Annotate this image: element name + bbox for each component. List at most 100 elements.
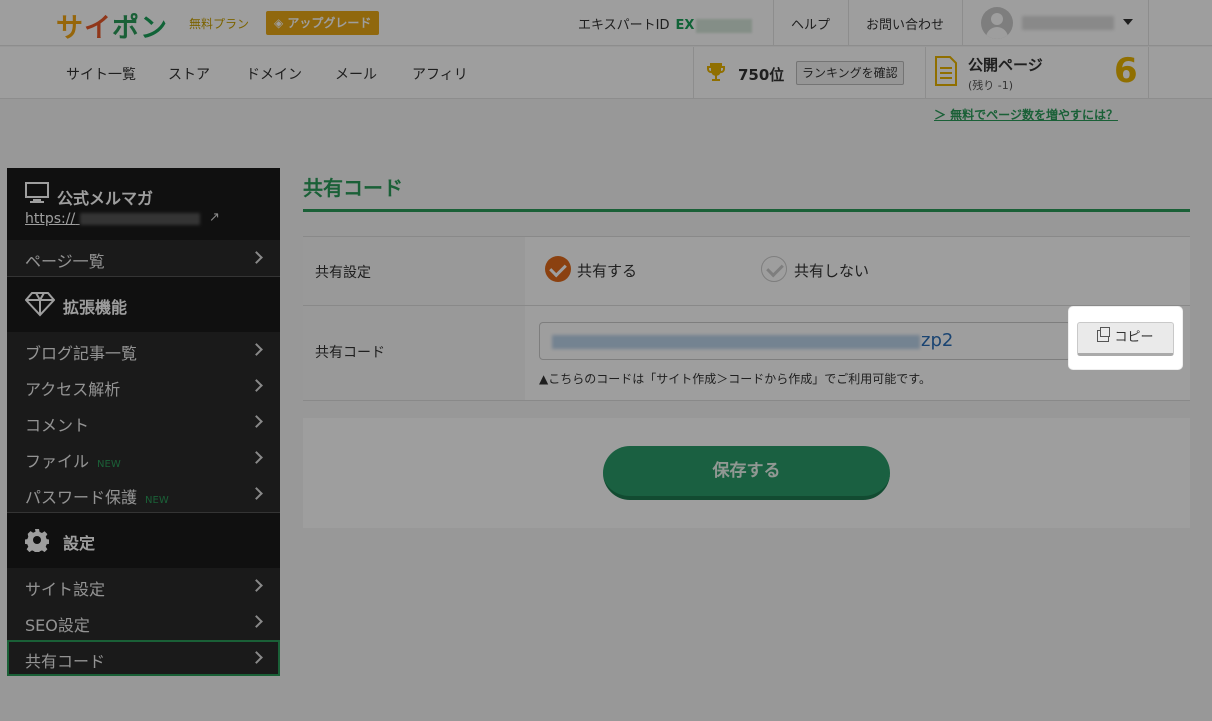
public-pages-title: 公開ページ	[968, 56, 1043, 74]
settings-title: 設定	[63, 534, 96, 553]
sidebar-item-label: ページ一覧	[25, 252, 105, 271]
ranking-button[interactable]: ランキングを確認	[796, 61, 904, 85]
divider	[693, 47, 694, 99]
upgrade-button[interactable]: ◈ アップグレード	[266, 11, 380, 35]
expert-id-redacted	[696, 18, 753, 33]
copy-label: コピー	[1114, 330, 1154, 345]
avatar[interactable]	[981, 7, 1013, 39]
sidebar-item-text: ファイル	[25, 452, 90, 471]
chevron-right-icon	[250, 651, 263, 664]
expert-id-label: エキスパートID	[578, 18, 670, 33]
gear-icon	[25, 529, 49, 552]
trophy-icon	[707, 63, 725, 81]
share-code-hint: ▲こちらのコードは「サイト作成＞コードから作成」でご利用可能です。	[539, 372, 932, 386]
share-on-radio[interactable]	[545, 256, 571, 282]
nav-domain[interactable]: ドメイン	[246, 64, 302, 84]
copy-button[interactable]: コピー	[1077, 322, 1174, 356]
monitor-icon	[25, 182, 49, 203]
sidebar-item-label: アクセス解析	[25, 380, 121, 399]
share-off-radio[interactable]	[761, 256, 787, 282]
sidebar-item-analytics[interactable]: アクセス解析	[7, 368, 280, 404]
sidebar-item-comments[interactable]: コメント	[7, 404, 280, 440]
chevron-right-icon	[250, 451, 263, 464]
sidebar-item-text: パスワード保護	[25, 488, 138, 507]
sidebar-item-password[interactable]: パスワード保護 NEW	[7, 476, 280, 512]
sidebar-item-label: サイト設定	[25, 580, 106, 599]
sidebar-item-label: ブログ記事一覧	[25, 344, 138, 363]
username-redacted[interactable]	[1022, 16, 1114, 30]
divider	[962, 0, 963, 46]
divider	[925, 47, 926, 99]
chevron-right-icon	[250, 379, 263, 392]
new-badge: NEW	[97, 459, 121, 470]
save-button[interactable]: 保存する	[603, 446, 890, 500]
increase-pages-link[interactable]: ＞ 無料でページ数を増やすには？	[934, 106, 1118, 123]
share-on-label[interactable]: 共有する	[577, 260, 637, 281]
chevron-down-icon[interactable]	[1123, 19, 1133, 25]
nav-affiliate[interactable]: アフィリ	[412, 64, 468, 84]
share-code-value: zp2	[921, 330, 954, 351]
sidebar-item-label: SEO設定	[25, 616, 90, 635]
share-code-redacted	[552, 335, 920, 349]
sidebar-item-site-settings[interactable]: サイト設定	[7, 568, 280, 604]
upgrade-label: アップグレード	[287, 16, 372, 30]
site-url-link[interactable]: https://	[25, 211, 200, 227]
expert-id: エキスパートID EX	[578, 14, 753, 33]
sidebar-site-section: 公式メルマガ https:// ↗	[7, 168, 280, 240]
sidebar: 公式メルマガ https:// ↗ ページ一覧 拡張機能 ブログ記事一覧 アクセ…	[7, 168, 280, 676]
nav-mail[interactable]: メール	[335, 64, 377, 84]
nav-store[interactable]: ストア	[168, 64, 210, 84]
divider	[1148, 47, 1149, 99]
share-code-label: 共有コード	[315, 345, 385, 361]
sidebar-item-page-list[interactable]: ページ一覧	[7, 240, 280, 276]
site-title: 公式メルマガ	[57, 189, 154, 208]
sidebar-item-label: ファイル NEW	[25, 448, 121, 472]
sidebar-item-seo-settings[interactable]: SEO設定	[7, 604, 280, 640]
sidebar-extensions-section: 拡張機能	[7, 277, 280, 333]
extensions-title: 拡張機能	[63, 298, 128, 317]
sidebar-item-files[interactable]: ファイル NEW	[7, 440, 280, 476]
chevron-right-icon	[250, 487, 263, 500]
chevron-right-icon	[250, 415, 263, 428]
site-url: https://	[25, 211, 76, 227]
document-icon	[935, 56, 957, 86]
share-setting-row: 共有設定	[303, 236, 1190, 306]
nav-site-list[interactable]: サイト一覧	[66, 64, 136, 84]
sidebar-item-blog-posts[interactable]: ブログ記事一覧	[7, 332, 280, 368]
chevron-right-icon	[250, 251, 263, 264]
sidebar-item-label: コメント	[25, 416, 90, 435]
divider	[773, 0, 774, 46]
sidebar-item-share-code[interactable]: 共有コード	[7, 640, 280, 676]
divider	[1148, 0, 1149, 46]
rank-value: 750位	[738, 66, 785, 84]
share-setting-label: 共有設定	[315, 265, 371, 281]
sidebar-item-label: パスワード保護 NEW	[25, 484, 169, 508]
contact-link[interactable]: お問い合わせ	[866, 14, 944, 33]
plan-label: 無料プラン	[189, 17, 250, 31]
external-link-icon[interactable]: ↗	[209, 210, 220, 225]
share-code-label-cell: 共有コード	[303, 306, 525, 400]
nav-bar: サイト一覧 ストア ドメイン メール アフィリ 750位 ランキングを確認 公開…	[0, 47, 1212, 99]
share-setting-label-cell: 共有設定	[303, 237, 525, 305]
public-pages-remaining: (残り -1)	[968, 79, 1014, 92]
diamond-icon: ◈	[274, 16, 288, 30]
site-url-redacted	[79, 213, 200, 225]
share-code-field[interactable]: zp2	[539, 322, 1071, 360]
new-badge: NEW	[145, 495, 169, 506]
diamond-icon	[25, 292, 55, 317]
copy-icon	[1097, 327, 1111, 342]
saipon-logo[interactable]: サイポン	[56, 6, 168, 45]
page-title: 共有コード	[303, 176, 403, 200]
divider	[848, 0, 849, 46]
sidebar-settings-section: 設定	[7, 513, 280, 568]
help-link[interactable]: ヘルプ	[791, 14, 830, 33]
sidebar-item-label: 共有コード	[25, 652, 106, 671]
chevron-right-icon	[250, 615, 263, 628]
top-header: サイポン 無料プラン ◈ アップグレード エキスパートID EX ヘルプ お問い合…	[0, 0, 1212, 46]
share-off-label[interactable]: 共有しない	[794, 260, 869, 281]
chevron-right-icon	[250, 579, 263, 592]
public-pages-count: 6	[1114, 51, 1138, 91]
copy-highlight: コピー	[1069, 307, 1182, 369]
expert-id-value: EX	[675, 18, 695, 33]
chevron-right-icon	[250, 343, 263, 356]
